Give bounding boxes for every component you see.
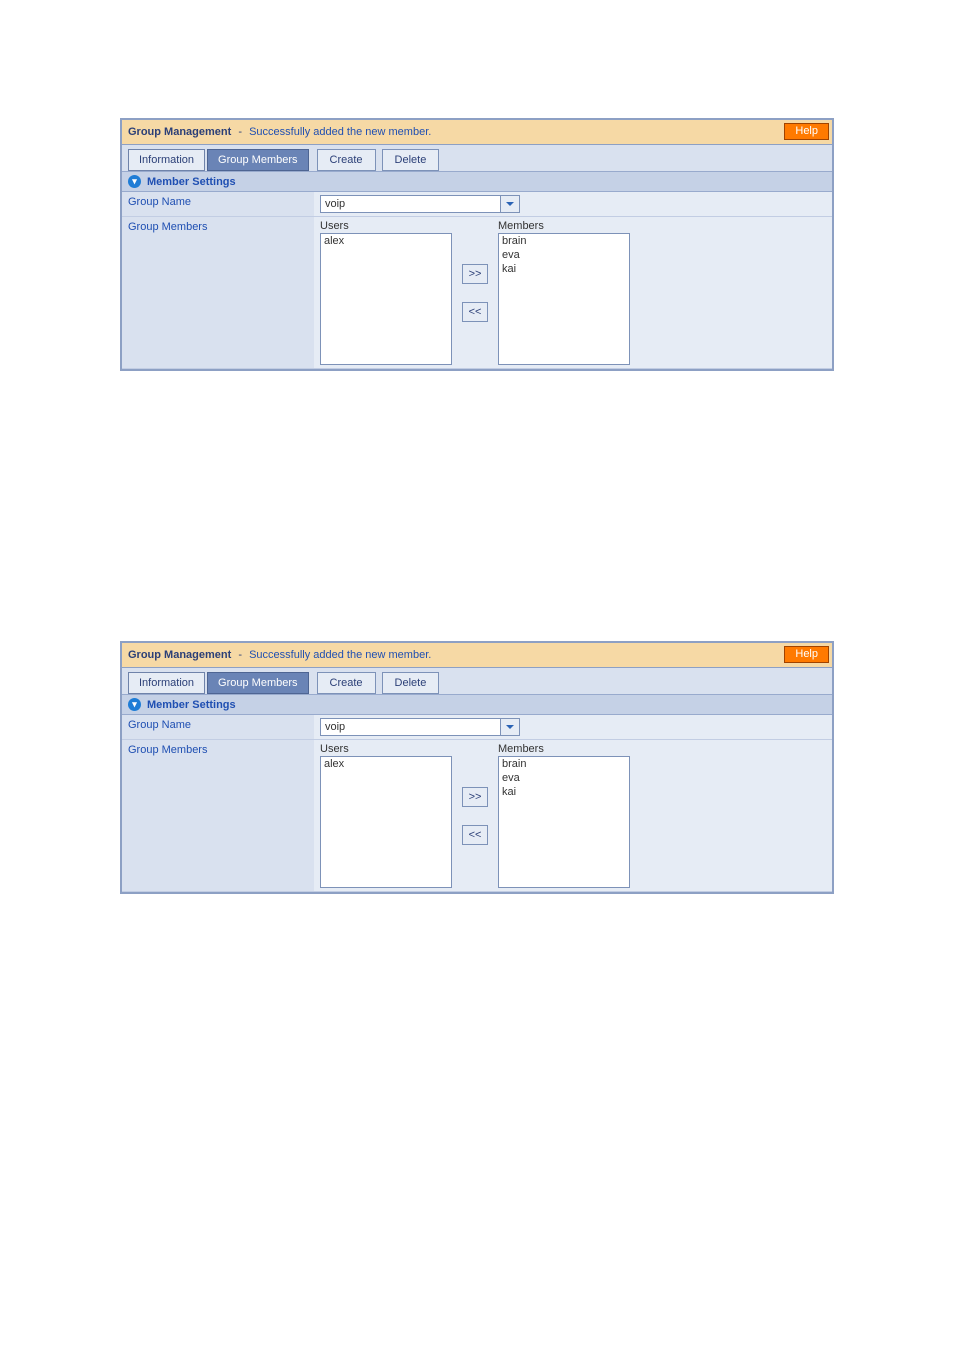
group-members-label: Group Members (122, 740, 314, 891)
group-management-panel: Group Management - Successfully added th… (120, 641, 834, 894)
group-name-input[interactable] (320, 195, 500, 213)
tab-information[interactable]: Information (128, 672, 205, 694)
move-right-button[interactable]: >> (462, 264, 488, 284)
users-caption: Users (320, 220, 452, 232)
list-item[interactable]: alex (321, 234, 451, 248)
list-item[interactable]: kai (499, 785, 629, 799)
create-button[interactable]: Create (317, 672, 376, 694)
help-button[interactable]: Help (784, 123, 829, 140)
tab-row: Information Group Members Create Delete (122, 668, 832, 694)
members-caption: Members (498, 743, 630, 755)
members-caption: Members (498, 220, 630, 232)
move-right-button[interactable]: >> (462, 787, 488, 807)
list-item[interactable]: brain (499, 757, 629, 771)
section-title: Member Settings (147, 176, 236, 188)
section-title: Member Settings (147, 699, 236, 711)
row-group-name: Group Name (122, 715, 832, 740)
list-item[interactable]: kai (499, 262, 629, 276)
group-name-label: Group Name (122, 715, 314, 739)
group-management-panel: Group Management - Successfully added th… (120, 118, 834, 371)
group-members-label: Group Members (122, 217, 314, 368)
help-button[interactable]: Help (784, 646, 829, 663)
page-title: Group Management (128, 649, 231, 661)
list-item[interactable]: eva (499, 771, 629, 785)
list-item[interactable]: brain (499, 234, 629, 248)
move-left-button[interactable]: << (462, 825, 488, 845)
row-group-name: Group Name (122, 192, 832, 217)
page-title: Group Management (128, 126, 231, 138)
status-message: Successfully added the new member. (249, 649, 431, 661)
chevron-down-icon[interactable] (500, 718, 520, 736)
group-name-input[interactable] (320, 718, 500, 736)
group-name-select[interactable] (320, 195, 520, 213)
list-item[interactable]: eva (499, 248, 629, 262)
delete-button[interactable]: Delete (382, 149, 440, 171)
title-separator: - (238, 649, 242, 661)
members-listbox[interactable]: brain eva kai (498, 233, 630, 365)
status-bar: Group Management - Successfully added th… (122, 643, 832, 668)
collapse-icon: ▾ (128, 175, 141, 188)
tab-information[interactable]: Information (128, 149, 205, 171)
tab-row: Information Group Members Create Delete (122, 145, 832, 171)
tab-group-members[interactable]: Group Members (207, 672, 308, 694)
chevron-down-icon[interactable] (500, 195, 520, 213)
members-listbox[interactable]: brain eva kai (498, 756, 630, 888)
users-listbox[interactable]: alex (320, 233, 452, 365)
status-message: Successfully added the new member. (249, 126, 431, 138)
status-bar: Group Management - Successfully added th… (122, 120, 832, 145)
group-name-label: Group Name (122, 192, 314, 216)
group-name-select[interactable] (320, 718, 520, 736)
row-group-members: Group Members Users alex >> << Members b… (122, 217, 832, 369)
list-item[interactable]: alex (321, 757, 451, 771)
title-separator: - (238, 126, 242, 138)
users-listbox[interactable]: alex (320, 756, 452, 888)
create-button[interactable]: Create (317, 149, 376, 171)
section-header[interactable]: ▾ Member Settings (122, 694, 832, 715)
move-left-button[interactable]: << (462, 302, 488, 322)
delete-button[interactable]: Delete (382, 672, 440, 694)
section-header[interactable]: ▾ Member Settings (122, 171, 832, 192)
users-caption: Users (320, 743, 452, 755)
tab-group-members[interactable]: Group Members (207, 149, 308, 171)
row-group-members: Group Members Users alex >> << Members b… (122, 740, 832, 892)
collapse-icon: ▾ (128, 698, 141, 711)
